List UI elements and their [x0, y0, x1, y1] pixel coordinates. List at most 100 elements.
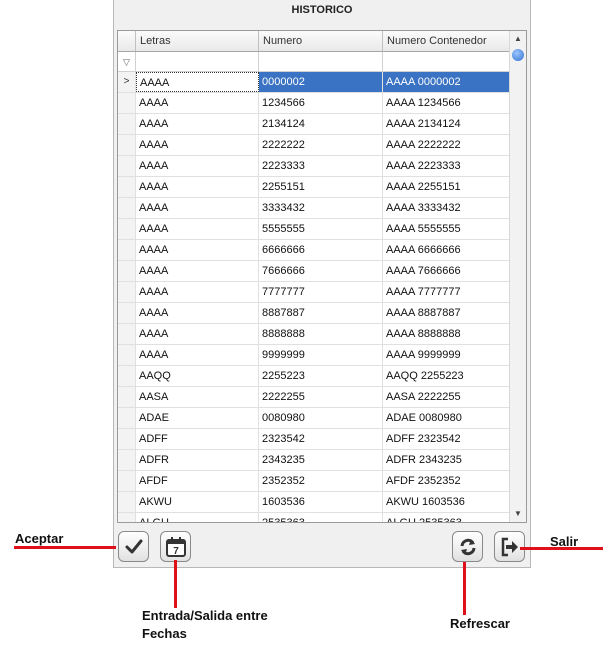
table-row[interactable]: > AAAA 0000002 AAAA 0000002: [118, 72, 510, 93]
cell-numero-contenedor[interactable]: AAAA 5555555: [383, 219, 510, 239]
cell-numero-contenedor[interactable]: AASA 2222255: [383, 387, 510, 407]
cell-numero-contenedor[interactable]: AFDF 2352352: [383, 471, 510, 491]
table-row[interactable]: AAAA 2255151 AAAA 2255151: [118, 177, 510, 198]
cell-letras[interactable]: ADFR: [136, 450, 259, 470]
cell-numero[interactable]: 2255151: [259, 177, 383, 197]
table-row[interactable]: AAAA 5555555 AAAA 5555555: [118, 219, 510, 240]
table-row[interactable]: AAAA 7777777 AAAA 7777777: [118, 282, 510, 303]
table-row[interactable]: AAAA 2222222 AAAA 2222222: [118, 135, 510, 156]
cell-letras[interactable]: AAAA: [136, 240, 259, 260]
cell-letras[interactable]: AAAA: [136, 72, 259, 92]
cell-numero-contenedor[interactable]: AAAA 7777777: [383, 282, 510, 302]
cell-numero[interactable]: 1603536: [259, 492, 383, 512]
cell-letras[interactable]: AAAA: [136, 345, 259, 365]
cell-numero-contenedor[interactable]: ADFR 2343235: [383, 450, 510, 470]
table-row[interactable]: AKWU 1603536 AKWU 1603536: [118, 492, 510, 513]
cell-letras[interactable]: AAAA: [136, 198, 259, 218]
cell-numero[interactable]: 8887887: [259, 303, 383, 323]
table-row[interactable]: AAAA 2134124 AAAA 2134124: [118, 114, 510, 135]
filter-cell-letras[interactable]: [136, 52, 259, 72]
cell-numero[interactable]: 3333432: [259, 198, 383, 218]
column-header-letras[interactable]: Letras: [136, 31, 259, 51]
entrada-salida-fechas-button[interactable]: 7: [160, 531, 191, 562]
cell-numero-contenedor[interactable]: AAAA 2222222: [383, 135, 510, 155]
cell-letras[interactable]: AAAA: [136, 156, 259, 176]
table-row[interactable]: ADAE 0080980 ADAE 0080980: [118, 408, 510, 429]
table-row[interactable]: ADFR 2343235 ADFR 2343235: [118, 450, 510, 471]
cell-letras[interactable]: AAAA: [136, 303, 259, 323]
cell-numero[interactable]: 2134124: [259, 114, 383, 134]
vertical-scrollbar[interactable]: ▲ ▼: [509, 31, 526, 522]
cell-letras[interactable]: AAAA: [136, 219, 259, 239]
cell-numero-contenedor[interactable]: AAAA 2223333: [383, 156, 510, 176]
cell-letras[interactable]: ADAE: [136, 408, 259, 428]
cell-numero[interactable]: 2343235: [259, 450, 383, 470]
cell-numero[interactable]: 2222255: [259, 387, 383, 407]
cell-numero-contenedor[interactable]: AAAA 7666666: [383, 261, 510, 281]
cell-numero-contenedor[interactable]: AAQQ 2255223: [383, 366, 510, 386]
filter-cell-numero-contenedor[interactable]: [383, 52, 510, 72]
cell-numero[interactable]: 2255223: [259, 366, 383, 386]
cell-numero-contenedor[interactable]: AAAA 2255151: [383, 177, 510, 197]
table-row[interactable]: AAQQ 2255223 AAQQ 2255223: [118, 366, 510, 387]
cell-numero[interactable]: 7666666: [259, 261, 383, 281]
table-row[interactable]: AAAA 1234566 AAAA 1234566: [118, 93, 510, 114]
table-row[interactable]: AAAA 2223333 AAAA 2223333: [118, 156, 510, 177]
cell-letras[interactable]: ALGU: [136, 513, 259, 522]
table-row[interactable]: AAAA 3333432 AAAA 3333432: [118, 198, 510, 219]
cell-letras[interactable]: AAAA: [136, 177, 259, 197]
table-row[interactable]: AFDF 2352352 AFDF 2352352: [118, 471, 510, 492]
table-row[interactable]: AAAA 6666666 AAAA 6666666: [118, 240, 510, 261]
cell-letras[interactable]: AAAA: [136, 135, 259, 155]
cell-letras[interactable]: AAAA: [136, 261, 259, 281]
cell-numero-contenedor[interactable]: AAAA 8888888: [383, 324, 510, 344]
cell-numero-contenedor[interactable]: AAAA 9999999: [383, 345, 510, 365]
table-row[interactable]: ALGU 2535363 ALGU 2535363: [118, 513, 510, 522]
cell-numero[interactable]: 7777777: [259, 282, 383, 302]
cell-numero[interactable]: 6666666: [259, 240, 383, 260]
scroll-up-arrow-icon[interactable]: ▲: [510, 31, 526, 47]
historico-grid[interactable]: Letras Numero Numero Contenedor ▽ > AAAA 0…: [117, 30, 527, 523]
cell-letras[interactable]: AAAA: [136, 114, 259, 134]
cell-letras[interactable]: AAQQ: [136, 366, 259, 386]
cell-numero-contenedor[interactable]: AAAA 0000002: [383, 72, 510, 92]
cell-numero-contenedor[interactable]: AAAA 2134124: [383, 114, 510, 134]
cell-numero-contenedor[interactable]: ADAE 0080980: [383, 408, 510, 428]
scroll-down-arrow-icon[interactable]: ▼: [510, 506, 526, 522]
scroll-thumb[interactable]: [512, 49, 524, 61]
cell-numero[interactable]: 0000002: [259, 72, 383, 92]
cell-numero-contenedor[interactable]: ALGU 2535363: [383, 513, 510, 522]
cell-numero[interactable]: 2223333: [259, 156, 383, 176]
table-row[interactable]: AASA 2222255 AASA 2222255: [118, 387, 510, 408]
cell-numero[interactable]: 2323542: [259, 429, 383, 449]
cell-letras[interactable]: AFDF: [136, 471, 259, 491]
table-row[interactable]: AAAA 8888888 AAAA 8888888: [118, 324, 510, 345]
cell-numero-contenedor[interactable]: AAAA 6666666: [383, 240, 510, 260]
table-row[interactable]: ADFF 2323542 ADFF 2323542: [118, 429, 510, 450]
table-row[interactable]: AAAA 9999999 AAAA 9999999: [118, 345, 510, 366]
cell-numero[interactable]: 5555555: [259, 219, 383, 239]
cell-numero-contenedor[interactable]: AAAA 3333432: [383, 198, 510, 218]
cell-letras[interactable]: AAAA: [136, 324, 259, 344]
filter-cell-numero[interactable]: [259, 52, 383, 72]
cell-numero[interactable]: 9999999: [259, 345, 383, 365]
cell-letras[interactable]: AKWU: [136, 492, 259, 512]
cell-numero[interactable]: 0080980: [259, 408, 383, 428]
table-row[interactable]: AAAA 7666666 AAAA 7666666: [118, 261, 510, 282]
cell-numero[interactable]: 8888888: [259, 324, 383, 344]
column-header-numero-contenedor[interactable]: Numero Contenedor: [383, 31, 510, 51]
cell-letras[interactable]: AAAA: [136, 93, 259, 113]
aceptar-button[interactable]: [118, 531, 149, 562]
cell-numero-contenedor[interactable]: AAAA 8887887: [383, 303, 510, 323]
cell-letras[interactable]: ADFF: [136, 429, 259, 449]
column-header-numero[interactable]: Numero: [259, 31, 383, 51]
cell-numero[interactable]: 1234566: [259, 93, 383, 113]
cell-numero[interactable]: 2535363: [259, 513, 383, 522]
cell-numero-contenedor[interactable]: ADFF 2323542: [383, 429, 510, 449]
cell-numero[interactable]: 2222222: [259, 135, 383, 155]
cell-numero-contenedor[interactable]: AAAA 1234566: [383, 93, 510, 113]
refrescar-button[interactable]: [452, 531, 483, 562]
cell-numero-contenedor[interactable]: AKWU 1603536: [383, 492, 510, 512]
cell-letras[interactable]: AASA: [136, 387, 259, 407]
table-row[interactable]: AAAA 8887887 AAAA 8887887: [118, 303, 510, 324]
